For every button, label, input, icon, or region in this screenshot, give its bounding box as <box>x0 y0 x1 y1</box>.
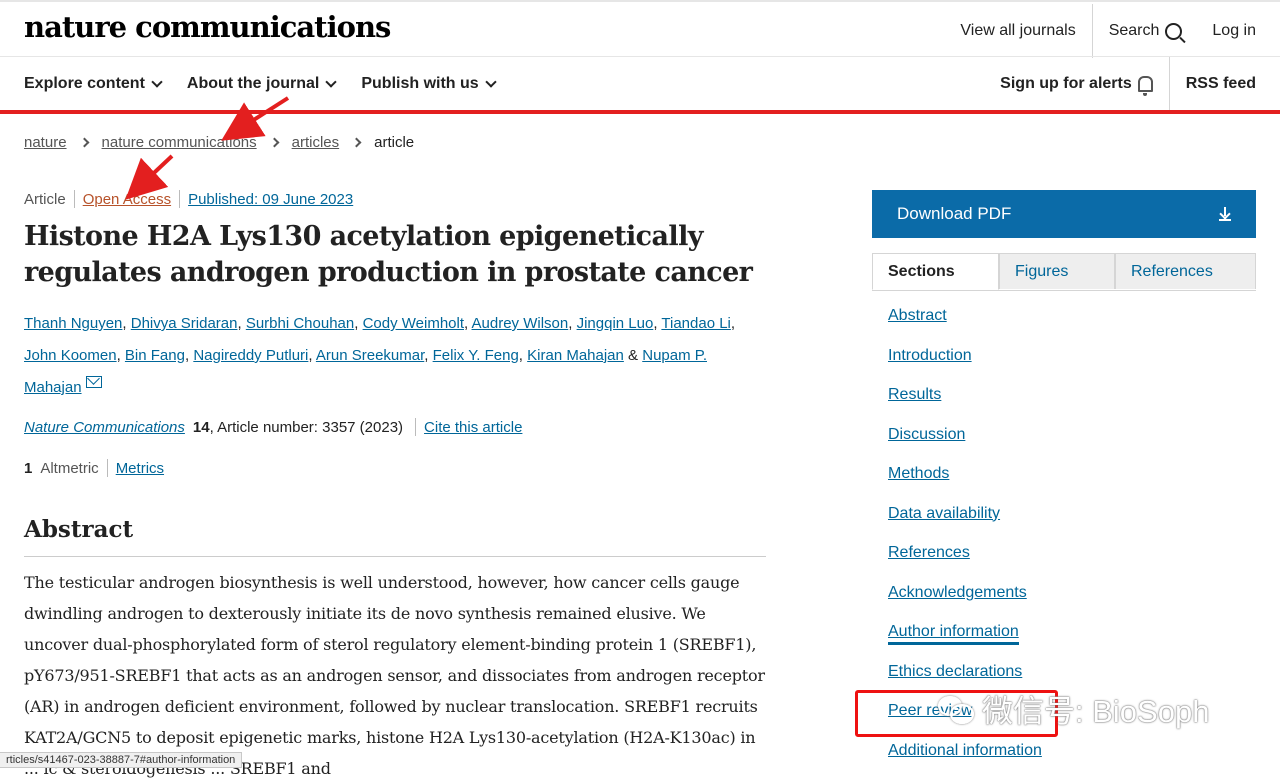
annotation-arrow <box>125 154 174 200</box>
watermark-text: 微信号: BioSoph <box>982 694 1210 729</box>
wechat-watermark: 微信号: BioSoph <box>938 686 1209 731</box>
annotation-arrow <box>221 96 290 141</box>
annotation-arrows <box>125 96 290 200</box>
wechat-icon <box>938 694 974 724</box>
